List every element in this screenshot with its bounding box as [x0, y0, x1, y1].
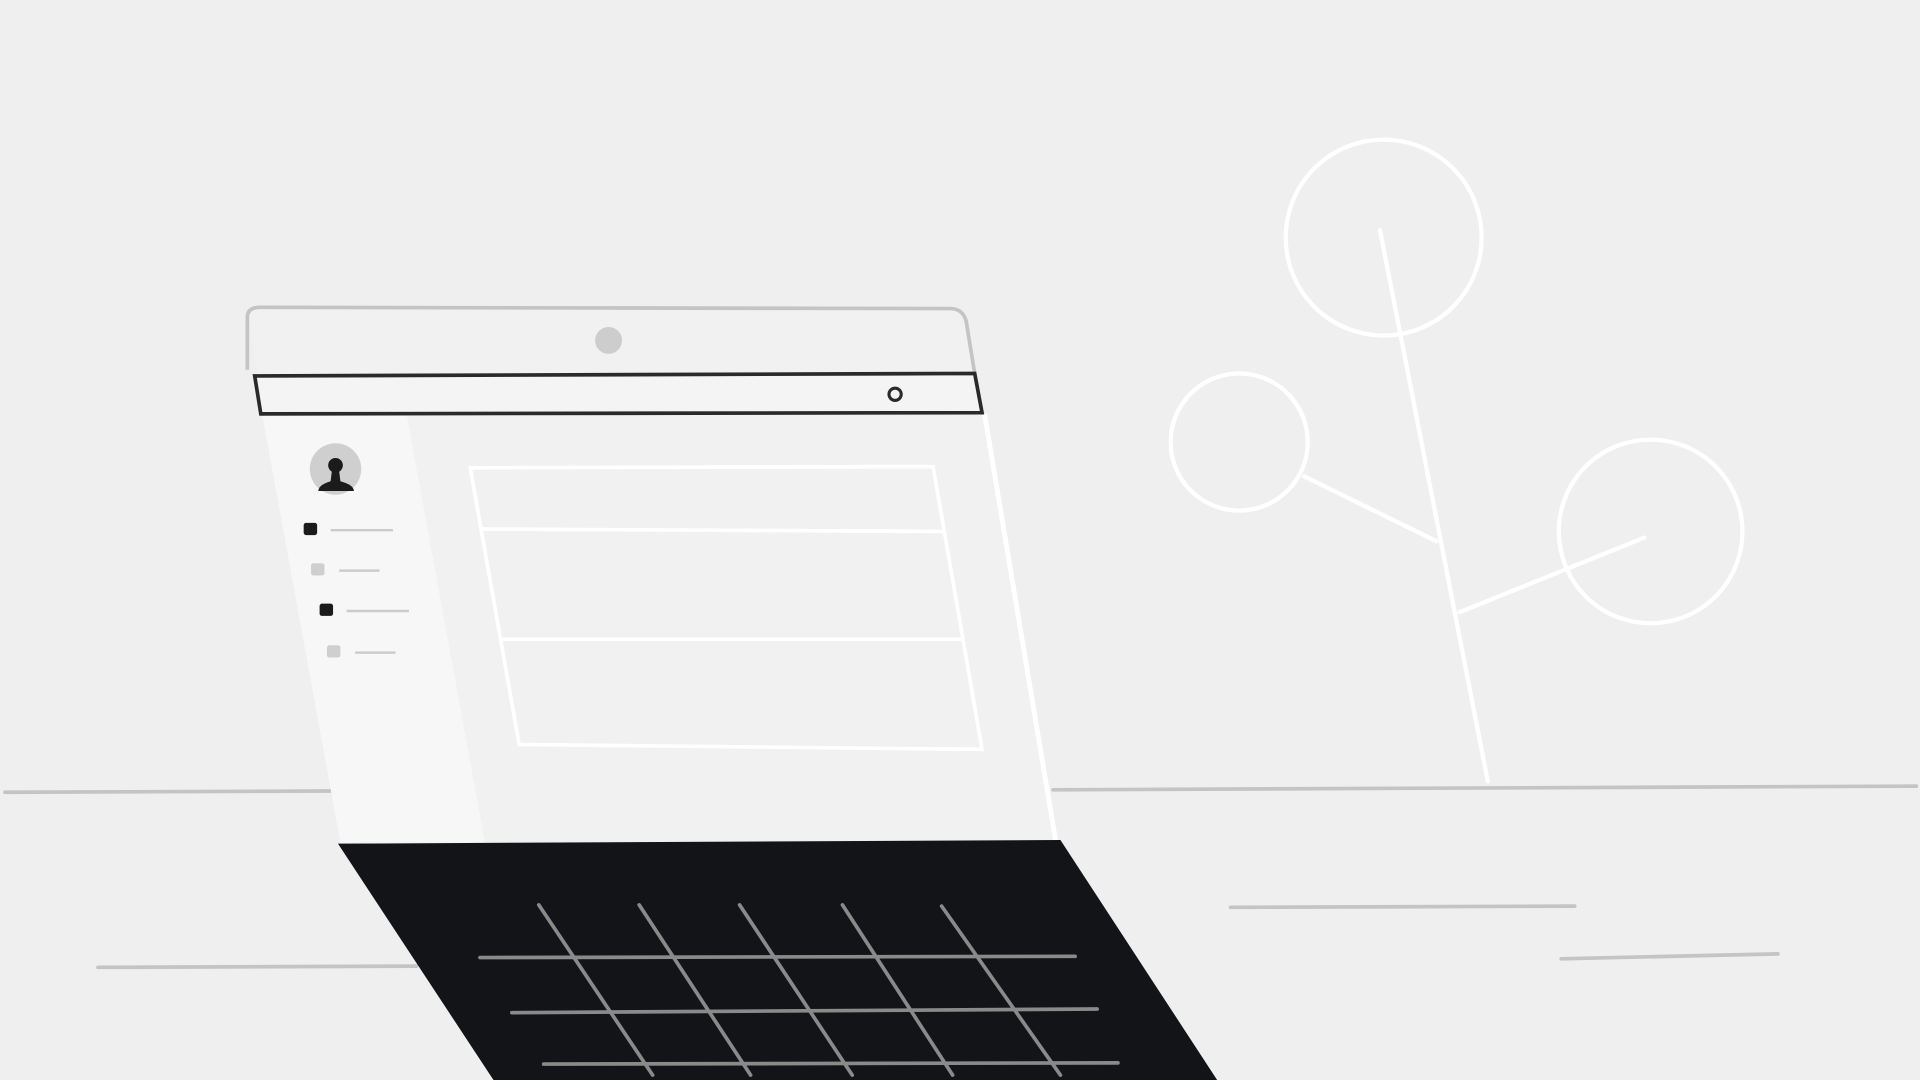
list-bullet-icon — [311, 563, 325, 576]
list-bullet-icon — [326, 645, 341, 658]
laptop-illustration — [0, 0, 1920, 1080]
camera-dot-icon — [595, 326, 623, 354]
browser-top-bar[interactable] — [252, 371, 985, 416]
list-bullet-icon — [303, 522, 318, 536]
user-avatar-icon[interactable] — [309, 443, 362, 495]
laptop-screen — [245, 305, 1058, 843]
list-bullet-icon — [319, 603, 334, 616]
